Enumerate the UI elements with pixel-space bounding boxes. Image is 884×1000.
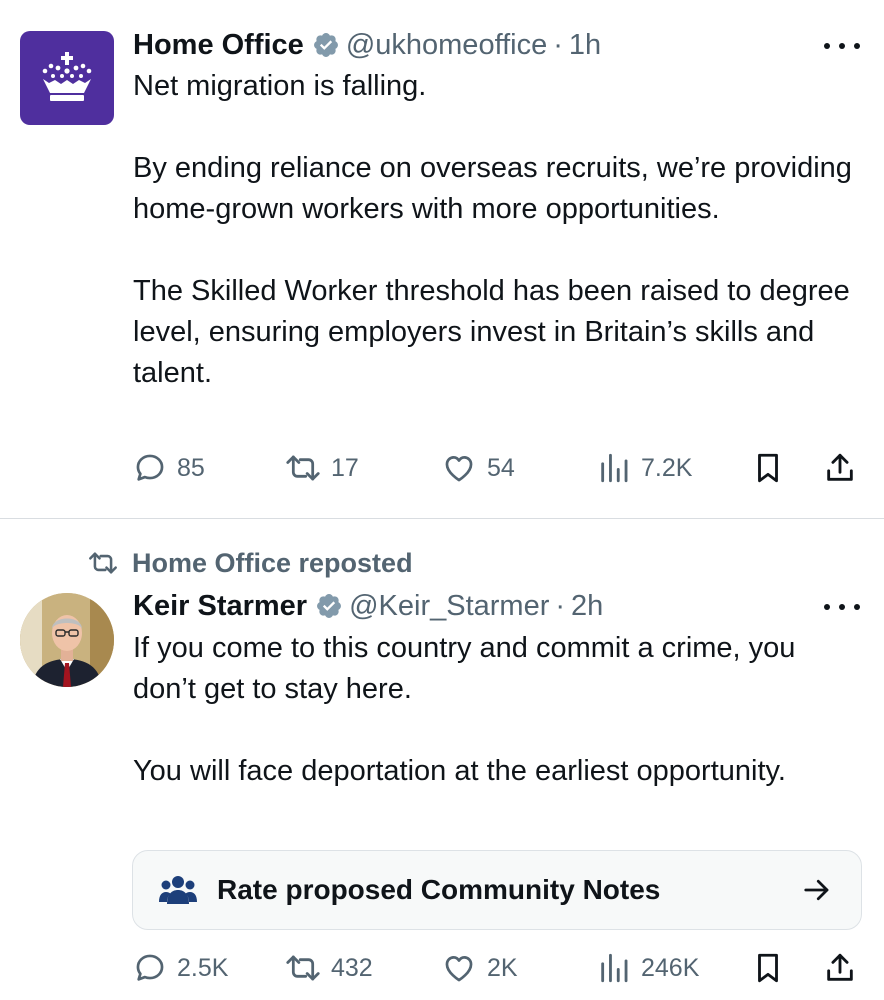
author-name[interactable]: Home Office [133,29,304,62]
tweet-text: If you come to this country and commit a… [133,628,853,792]
tweet-text: Net migration is falling. By ending reli… [133,66,853,394]
like-count: 2K [487,953,518,982]
tweet[interactable]: Home Office @ukhomeoffice · 1h Net migra… [0,0,884,518]
share-icon [827,953,853,981]
share-icon [827,453,853,481]
community-notes-prompt[interactable]: Rate proposed Community Notes [132,850,862,930]
tweet-actions: 85 17 54 7.2K [133,447,863,489]
reply-icon [136,954,164,981]
like-button[interactable]: 54 [441,447,515,489]
more-options-icon[interactable] [824,592,860,622]
bookmark-icon [758,953,778,983]
separator-dot: · [555,589,566,622]
keir-starmer-avatar[interactable] [20,593,114,687]
bookmark-button[interactable] [751,447,785,489]
separator-dot: · [553,28,563,61]
repost-count: 17 [331,453,359,482]
profile-photo [20,593,114,687]
repost-count: 432 [331,953,373,982]
community-notes-label: Rate proposed Community Notes [217,874,661,905]
tweet-header: Keir Starmer @Keir_Starmer · 2h [133,586,603,626]
repost-button[interactable]: 432 [285,947,373,989]
share-button[interactable] [823,947,857,989]
heart-icon [445,456,473,482]
reply-button[interactable]: 85 [133,447,205,489]
like-count: 54 [487,453,515,482]
bookmark-button[interactable] [751,947,785,989]
repost-small-icon [89,552,117,574]
share-button[interactable] [823,447,857,489]
tweet-paragraph: The Skilled Worker threshold has been ra… [133,275,850,389]
reply-count: 85 [177,453,205,482]
heart-icon [445,956,473,982]
analytics-bars-icon [601,453,628,483]
views-button[interactable]: 246K [597,947,699,989]
repost-icon [286,955,320,981]
verified-badge-icon [315,592,343,620]
reposted-by-line[interactable]: Home Office reposted [88,544,413,582]
author-handle[interactable]: @Keir_Starmer [349,590,549,623]
people-group-icon [159,876,197,904]
repost-icon [286,455,320,481]
like-button[interactable]: 2K [441,947,518,989]
tweet-paragraph: By ending reliance on overseas recruits,… [133,152,852,225]
tweet-paragraph: If you come to this country and commit a… [133,632,796,705]
views-button[interactable]: 7.2K [597,447,692,489]
reposted-by-label: Home Office reposted [132,547,413,578]
more-options-icon[interactable] [824,31,860,61]
reply-button[interactable]: 2.5K [133,947,228,989]
view-count: 246K [641,953,700,982]
repost-button[interactable]: 17 [285,447,359,489]
author-name[interactable]: Keir Starmer [133,590,307,623]
view-count: 7.2K [641,453,693,482]
analytics-bars-icon [601,953,628,983]
verified-badge-icon [312,31,340,59]
crown-logo-icon [42,52,92,101]
reply-count: 2.5K [177,953,229,982]
tweet-time[interactable]: 2h [571,590,603,623]
bookmark-icon [758,453,778,483]
home-office-avatar[interactable] [20,31,114,125]
tweet-time[interactable]: 1h [569,29,601,62]
arrow-right-icon [804,879,829,901]
author-handle[interactable]: @ukhomeoffice [346,29,547,62]
tweet-header: Home Office @ukhomeoffice · 1h [133,25,601,65]
tweet-paragraph: Net migration is falling. [133,70,427,102]
reply-icon [136,454,164,481]
tweet-actions: 2.5K 432 2K 246K [133,947,863,989]
tweet-paragraph: You will face deportation at the earlies… [133,755,786,787]
